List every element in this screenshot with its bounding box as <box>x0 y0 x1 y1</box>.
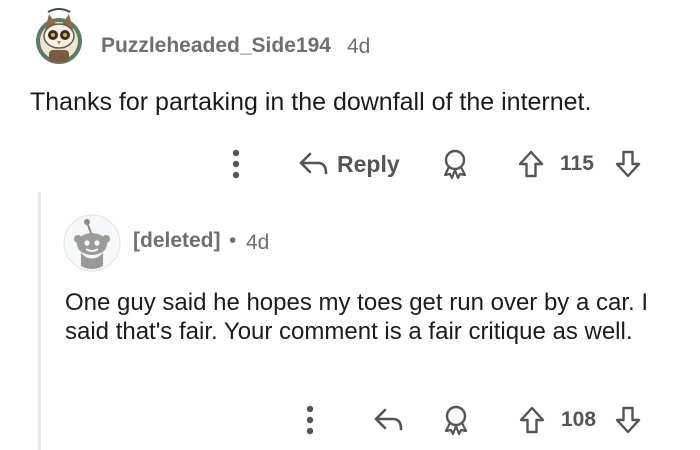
vote-score: 115 <box>560 152 594 175</box>
more-vertical-icon <box>306 405 314 435</box>
award-button[interactable] <box>441 404 471 436</box>
reply-button-label: Reply <box>337 150 400 177</box>
upvote-arrow-icon <box>518 150 544 178</box>
downvote-arrow-icon <box>615 406 641 434</box>
comment-age[interactable]: 4d <box>347 35 370 59</box>
reply-button[interactable]: Reply <box>298 148 400 180</box>
reply-age[interactable]: 4d <box>246 231 269 255</box>
upvote-arrow-icon <box>519 406 545 434</box>
user-avatar[interactable] <box>34 8 84 66</box>
award-icon <box>443 149 467 179</box>
reply-arrow-icon <box>374 408 403 431</box>
downvote-button[interactable] <box>614 147 642 181</box>
snoo-avatar-icon <box>63 214 121 272</box>
reply-button[interactable] <box>372 404 404 436</box>
upvote-button[interactable] <box>518 403 546 437</box>
reply-author: [deleted] <box>133 229 221 252</box>
thread-line[interactable] <box>38 192 41 450</box>
award-button[interactable] <box>440 148 470 180</box>
reply-arrow-icon <box>299 152 328 175</box>
downvote-arrow-icon <box>615 150 641 178</box>
more-options-button[interactable] <box>226 148 246 180</box>
reply-body: One guy said he hopes my toes get run ov… <box>65 289 648 345</box>
deleted-user-avatar <box>63 214 121 272</box>
more-vertical-icon <box>232 149 240 179</box>
downvote-button[interactable] <box>614 403 642 437</box>
award-icon <box>444 405 468 435</box>
vote-score: 108 <box>561 408 597 431</box>
comment-author[interactable]: Puzzleheaded_Side194 <box>101 34 331 58</box>
comment-body: Thanks for partaking in the downfall of … <box>30 88 592 116</box>
upvote-button[interactable] <box>517 147 545 181</box>
more-options-button[interactable] <box>300 404 320 436</box>
meta-separator: • <box>229 229 237 252</box>
owl-avatar-icon <box>36 8 82 64</box>
